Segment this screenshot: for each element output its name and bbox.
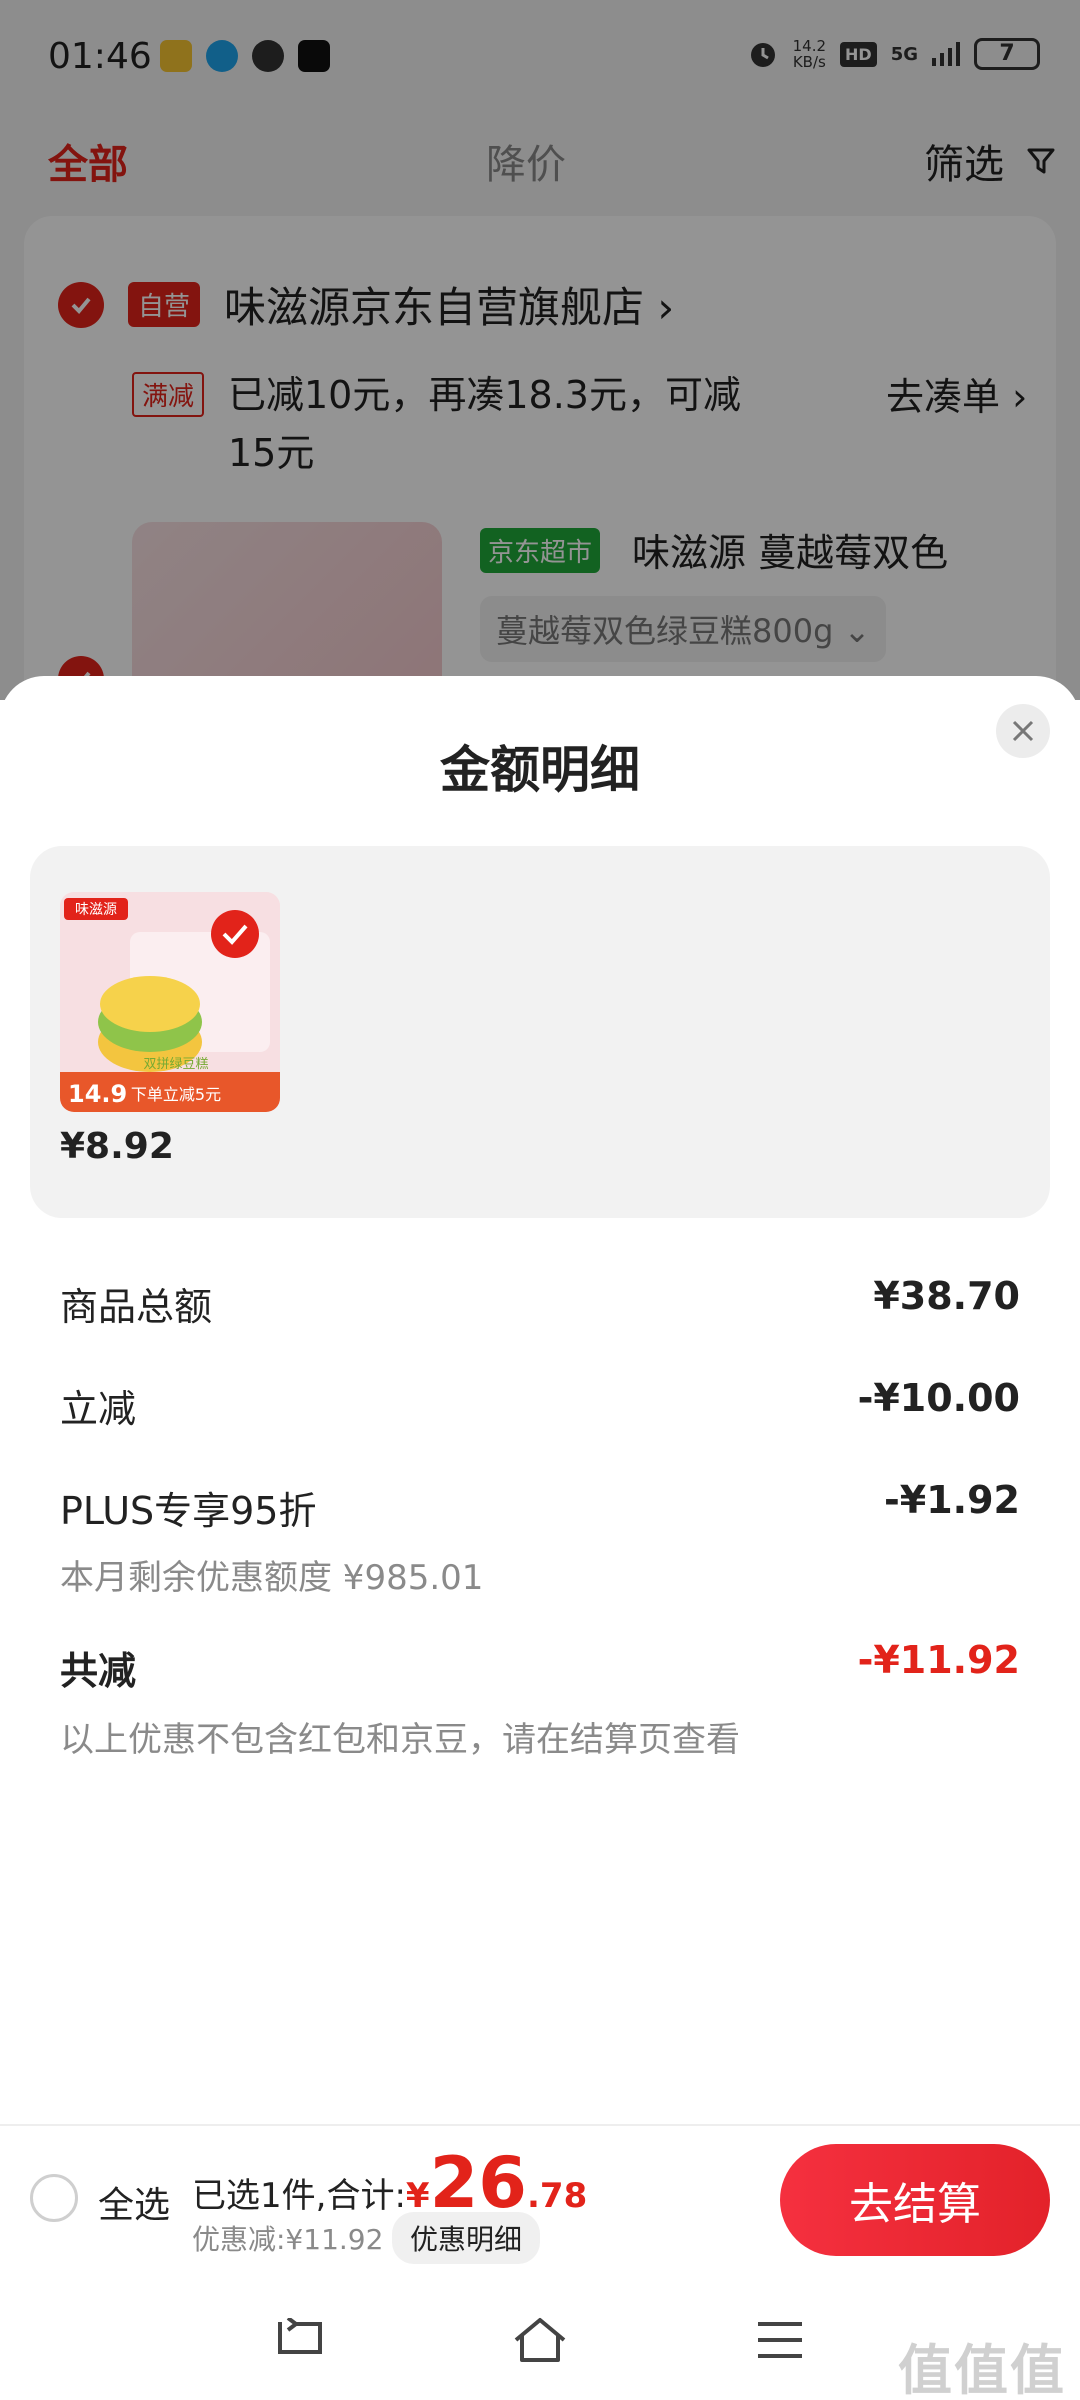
menu-icon: [758, 2322, 802, 2358]
svg-text:下单立减5元: 下单立减5元: [131, 1085, 221, 1104]
checkout-bar: 全选 已选1件,合计: ¥ 26 .78 优惠减:¥11.92 优惠明细 去结算: [0, 2124, 1080, 2274]
summary-prefix: 已选1件,合计:: [192, 2176, 406, 2216]
svg-text:14.9: 14.9: [68, 1080, 127, 1108]
select-all-radio[interactable]: [30, 2174, 78, 2222]
goods-total-value: ¥38.70: [873, 1274, 1020, 1318]
instant-discount-value: -¥10.00: [857, 1376, 1020, 1420]
home-icon: [514, 2318, 566, 2362]
total-discount-value: -¥11.92: [857, 1638, 1020, 1682]
discount-summary: 优惠减:¥11.92: [192, 2223, 384, 2256]
svg-text:味滋源: 味滋源: [75, 902, 117, 918]
svg-text:双拼绿豆糕: 双拼绿豆糕: [143, 1057, 208, 1072]
mung-bean-cake-image: 味滋源 14.9 下单立减5元 双拼绿豆糕: [60, 892, 280, 1112]
close-icon: [1012, 720, 1034, 742]
home-button[interactable]: [510, 2310, 570, 2370]
total-summary: 已选1件,合计: ¥ 26 .78: [192, 2148, 587, 2218]
close-button[interactable]: [996, 704, 1050, 758]
selected-items-panel: 味滋源 14.9 下单立减5元 双拼绿豆糕 ¥8.92: [30, 846, 1050, 1218]
plus-discount-label: PLUS专享95折: [60, 1489, 317, 1533]
amount-detail-sheet: 金额明细 味滋源 14.9 下单立减5元 双拼绿豆糕 ¥8.92 商品总额 ¥3…: [0, 676, 1080, 2124]
plus-remaining-quota: 本月剩余优惠额度 ¥985.01: [60, 1558, 484, 1598]
checkout-button[interactable]: 去结算: [780, 2144, 1050, 2256]
currency-symbol: ¥: [405, 2176, 430, 2216]
item-price: ¥8.92: [60, 1126, 174, 1167]
back-button[interactable]: [270, 2310, 330, 2370]
modal-overlay[interactable]: [0, 0, 1080, 700]
discount-note: 以上优惠不包含红包和京豆，请在结算页查看: [60, 1720, 740, 1760]
select-all-label[interactable]: 全选: [98, 2176, 170, 2228]
sheet-title: 金额明细: [440, 741, 640, 799]
back-icon: [278, 2318, 322, 2354]
discount-detail-button[interactable]: 优惠明细: [392, 2212, 541, 2264]
total-discount-label: 共减: [60, 1649, 137, 1693]
menu-button[interactable]: [750, 2310, 810, 2370]
total-decimal: .78: [527, 2176, 588, 2216]
item-thumbnail[interactable]: 味滋源 14.9 下单立减5元 双拼绿豆糕: [60, 892, 280, 1112]
total-integer: 26: [429, 2142, 527, 2224]
plus-discount-value: -¥1.92: [884, 1478, 1020, 1522]
goods-total-label: 商品总额: [60, 1285, 213, 1329]
watermark-logo: 值值值: [898, 2339, 1066, 2400]
instant-discount-label: 立减: [60, 1387, 137, 1431]
